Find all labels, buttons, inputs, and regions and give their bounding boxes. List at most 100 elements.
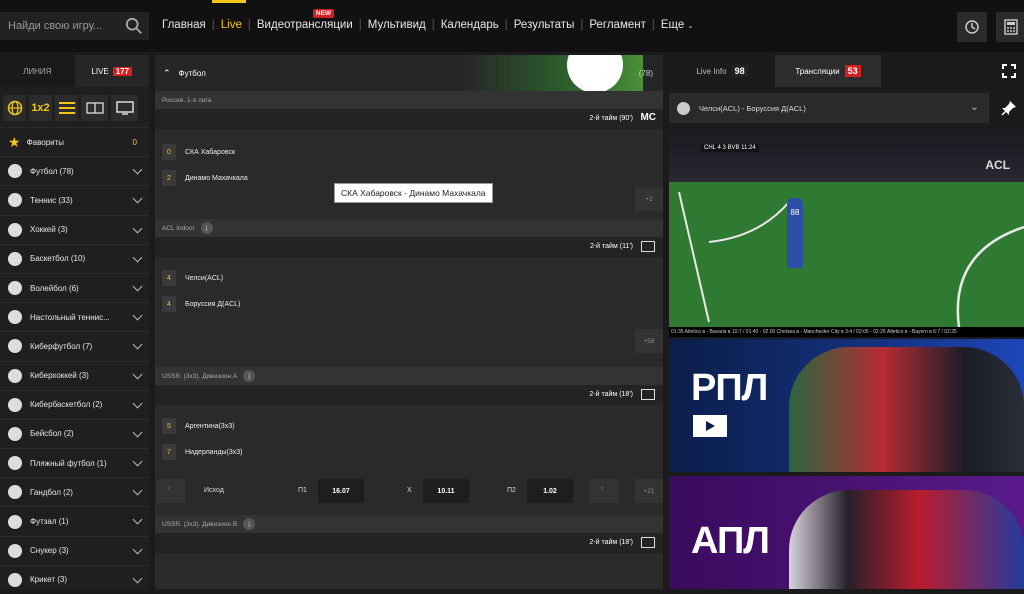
fullscreen-icon[interactable] bbox=[1002, 64, 1016, 78]
tab-line[interactable]: ЛИНИЯ bbox=[0, 55, 75, 87]
match-card[interactable] bbox=[155, 553, 663, 573]
team-row: 5 Аргентина(3x3) bbox=[155, 413, 663, 439]
apl-banner[interactable]: АПЛ bbox=[669, 476, 1024, 589]
match-header: 2-й тайм (90') MC bbox=[155, 109, 663, 129]
nav-calendar[interactable]: Календарь bbox=[435, 19, 505, 31]
sidebar-item-basketball[interactable]: Баскетбол (10) bbox=[0, 243, 149, 273]
cyberbasketball-icon bbox=[8, 397, 22, 412]
rpl-banner-title: РПЛ bbox=[691, 367, 768, 409]
odds-next-button[interactable]: › bbox=[590, 479, 618, 503]
sidebar-item-cyberhockey[interactable]: Киберхоккей (3) bbox=[0, 360, 149, 390]
sidebar-item-snooker[interactable]: Снукер (3) bbox=[0, 535, 149, 565]
video-scoreboard: CHL 4 3 BVB 11:24 bbox=[701, 144, 759, 152]
nav-live[interactable]: Live bbox=[215, 19, 248, 31]
calculator-button[interactable] bbox=[996, 12, 1024, 42]
match-select[interactable]: Челси(ACL) - Боруссия Д(ACL) ⌄ bbox=[669, 93, 989, 123]
sidebar-item-handball[interactable]: Гандбол (2) bbox=[0, 477, 149, 506]
sidebar-item-cyberbasketball[interactable]: Кибербаскетбол (2) bbox=[0, 389, 149, 419]
list-icon bbox=[58, 102, 75, 114]
team-name: СКА Хабаровск bbox=[185, 148, 236, 156]
team-row: 7 Нидерланды(3x3) bbox=[155, 439, 663, 465]
cyberfootball-icon bbox=[8, 339, 22, 354]
sidebar-item-football[interactable]: Футбол (78) bbox=[0, 156, 149, 185]
team-score: 4 bbox=[162, 270, 176, 286]
sidebar-item-baseball[interactable]: Бейсбол (2) bbox=[0, 418, 149, 448]
sport-header[interactable]: ⌃ Футбол (78) bbox=[155, 55, 663, 91]
sport-count: (78) bbox=[638, 68, 653, 78]
info-icon[interactable]: i bbox=[200, 222, 213, 234]
chevron-down-icon bbox=[132, 427, 143, 438]
nav-multiview[interactable]: Мультивид bbox=[362, 19, 432, 31]
tab-live[interactable]: LIVE 177 bbox=[74, 55, 149, 87]
more-markets-button[interactable]: +2 bbox=[635, 187, 663, 211]
league-header[interactable]: USSR. (3x3). Дивизион В i bbox=[155, 515, 663, 533]
sidebar-item-hockey[interactable]: Хоккей (3) bbox=[0, 214, 149, 244]
events-panel: ⌃ Футбол (78) Россия. 1-я лига 2-й тайм … bbox=[155, 55, 663, 589]
rpl-banner[interactable]: РПЛ bbox=[669, 339, 1024, 472]
sidebar-item-cyberfootball[interactable]: Киберфутбол (7) bbox=[0, 331, 149, 360]
player: 88 bbox=[787, 198, 803, 268]
sidebar-item-volleyball[interactable]: Волейбол (6) bbox=[0, 272, 149, 302]
more-markets-button[interactable]: +58 bbox=[635, 329, 663, 353]
nav-rules[interactable]: Регламент bbox=[583, 19, 652, 31]
team-score: 7 bbox=[162, 444, 176, 460]
history-button[interactable] bbox=[957, 12, 987, 42]
sidebar-item-label: Теннис (33) bbox=[30, 195, 73, 205]
match-period: 2-й тайм bbox=[589, 391, 618, 398]
match-card[interactable]: 0 СКА Хабаровск 2 Динамо Махачкала +2 bbox=[155, 129, 663, 219]
chevron-down-icon: ⌄ bbox=[687, 23, 694, 30]
chevron-down-icon bbox=[132, 281, 143, 292]
sidebar-item-label: Крикет (3) bbox=[30, 575, 68, 585]
scoreboard-filter-button[interactable] bbox=[81, 95, 108, 121]
nav-results[interactable]: Результаты bbox=[508, 19, 581, 31]
search-placeholder: Найди свою игру... bbox=[8, 20, 103, 32]
more-markets-button[interactable]: +21 bbox=[635, 479, 663, 503]
tv-icon[interactable] bbox=[641, 241, 655, 252]
league-header[interactable]: ACL Indoor i bbox=[155, 219, 663, 237]
search-input[interactable]: Найди свою игру... bbox=[0, 12, 149, 40]
sidebar-item-beach-football[interactable]: Пляжный футбол (1) bbox=[0, 448, 149, 477]
globe-filter-button[interactable] bbox=[3, 95, 26, 121]
sidebar-item-futsal[interactable]: Футзал (1) bbox=[0, 506, 149, 535]
sidebar-item-tennis[interactable]: Теннис (33) bbox=[0, 185, 149, 214]
tv-icon[interactable] bbox=[641, 389, 655, 400]
mc-badge: MC bbox=[640, 112, 656, 123]
odds-prev-button[interactable]: ‹ bbox=[157, 479, 185, 503]
play-button[interactable] bbox=[693, 415, 727, 437]
chevron-down-icon bbox=[132, 544, 143, 555]
sidebar-item-label: Футзал (1) bbox=[30, 517, 69, 527]
odds-p1-button[interactable]: 16.07 bbox=[318, 479, 364, 503]
nav-home[interactable]: Главная bbox=[162, 19, 212, 31]
new-badge: NEW bbox=[312, 9, 335, 18]
league-header[interactable]: Россия. 1-я лига bbox=[155, 91, 663, 109]
nav-video[interactable]: Видеотрансляции NEW bbox=[251, 9, 359, 31]
sidebar-item-cricket[interactable]: Крикет (3) bbox=[0, 564, 149, 594]
info-icon[interactable]: i bbox=[243, 518, 256, 530]
odds-p2-button[interactable]: 1.02 bbox=[527, 479, 573, 503]
tab-live-label: LIVE bbox=[91, 66, 109, 76]
chevron-down-icon bbox=[132, 369, 143, 379]
tv-icon[interactable] bbox=[641, 537, 655, 548]
odds-x-button[interactable]: 10.11 bbox=[423, 479, 469, 503]
search-icon[interactable] bbox=[125, 17, 143, 35]
sidebar-item-favorites[interactable]: ★ Фавориты 0 bbox=[0, 127, 149, 156]
match-card[interactable]: 5 Аргентина(3x3) 7 Нидерланды(3x3) ‹ Исход… bbox=[155, 405, 663, 515]
league-header[interactable]: USSR. (3x3). Дивизион А i bbox=[155, 367, 663, 385]
team-row: 0 СКА Хабаровск bbox=[155, 139, 663, 165]
1x2-filter-button[interactable]: 1x2 bbox=[29, 95, 52, 121]
match-card[interactable]: 4 Челси(ACL) 4 Боруссия Д(ACL) +58 bbox=[155, 257, 663, 367]
pin-button[interactable] bbox=[993, 93, 1024, 123]
live-video-player[interactable]: ACL 88 CHL 4 3 BVB 11:24 01:35 Atletico … bbox=[669, 130, 1024, 337]
sidebar-item-label: Киберхоккей (3) bbox=[30, 371, 89, 381]
live-active-indicator bbox=[212, 0, 246, 3]
team-row: 4 Челси(ACL) bbox=[155, 265, 663, 291]
list-filter-button[interactable] bbox=[55, 95, 78, 121]
tv-filter-button[interactable] bbox=[111, 95, 138, 121]
nav-more[interactable]: Еще ⌄ bbox=[655, 19, 699, 31]
team-score: 0 bbox=[162, 144, 176, 160]
tab-live-info[interactable]: Live Info 98 bbox=[669, 55, 775, 87]
sidebar-item-label: Бейсбол (2) bbox=[30, 429, 74, 439]
tab-broadcasts[interactable]: Трансляции 53 bbox=[775, 55, 881, 87]
sidebar-item-table-tennis[interactable]: Настольный теннис... bbox=[0, 302, 149, 331]
info-icon[interactable]: i bbox=[243, 370, 256, 382]
